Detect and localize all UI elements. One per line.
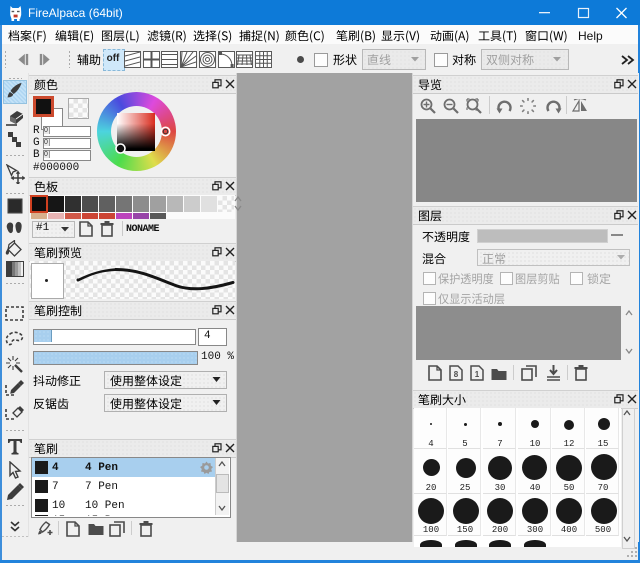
svg-text:1: 1: [475, 370, 480, 379]
svg-text:8: 8: [454, 370, 459, 379]
